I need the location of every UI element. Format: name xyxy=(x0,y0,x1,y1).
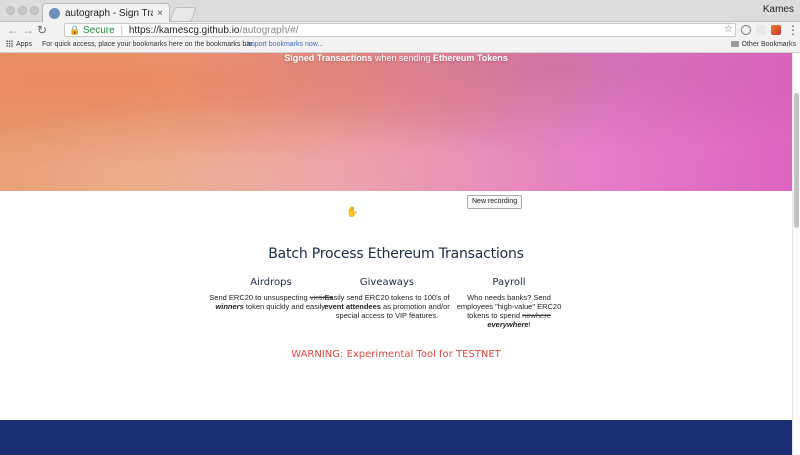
window-close-button[interactable] xyxy=(6,6,15,15)
address-bar[interactable]: 🔒 Secure | https://kamescg.github.io/aut… xyxy=(64,23,736,37)
hero-overlay xyxy=(0,53,792,191)
tab-title: autograph - Sign Transactions xyxy=(65,7,153,19)
feature-payroll: Payroll Who needs banks? Send employees … xyxy=(450,277,568,329)
url-host: https://kamescg.github.io xyxy=(128,25,240,36)
page-scrollbar[interactable] xyxy=(792,53,800,455)
site-favicon-icon xyxy=(49,7,60,19)
profile-name[interactable]: Kames xyxy=(763,4,794,15)
bookmarks-bar: Apps For quick access, place your bookma… xyxy=(0,38,800,53)
reload-icon[interactable]: ↻ xyxy=(37,22,47,38)
close-icon[interactable]: × xyxy=(157,8,163,19)
star-icon[interactable]: ☆ xyxy=(724,24,733,36)
import-bookmarks-link[interactable]: Import bookmarks now... xyxy=(247,38,323,52)
extension-icon[interactable] xyxy=(741,25,751,35)
browser-toolbar: ← → ↻ 🔒 Secure | https://kamescg.github.… xyxy=(0,22,800,38)
feature-airdrops: Airdrops Send ERC20 to unsuspecting vict… xyxy=(206,277,336,311)
feature-giveaways: Giveaways Easily send ERC20 tokens to 10… xyxy=(318,277,456,320)
feature-description: Who needs banks? Send employees "high-va… xyxy=(456,293,562,329)
window-maximize-button[interactable] xyxy=(30,6,39,15)
strikethrough-text: nowhere xyxy=(522,311,551,320)
feature-description: Send ERC20 to unsuspecting victims winner… xyxy=(209,293,333,311)
hero-subtitle-middle: when sending xyxy=(372,53,433,63)
browser-tab[interactable]: autograph - Sign Transactions × xyxy=(42,3,170,22)
lock-icon: 🔒 xyxy=(69,25,81,35)
secure-label: Secure xyxy=(83,25,115,36)
feature-title: Giveaways xyxy=(359,277,415,288)
emphasis-text: winners xyxy=(215,302,244,311)
hand-cursor-icon: ✋ xyxy=(346,207,359,218)
footer-band xyxy=(0,420,792,455)
page-viewport: Signed Transactions when sending Ethereu… xyxy=(0,53,792,455)
hero-subtitle-strong-1: Signed Transactions xyxy=(284,53,373,63)
emphasis-text: everywhere xyxy=(487,320,529,329)
separator: | xyxy=(120,25,124,36)
tab-strip: autograph - Sign Transactions × Kames xyxy=(0,0,800,22)
testnet-warning: WARNING: Experimental Tool for TESTNET xyxy=(291,349,501,360)
feature-title: Airdrops xyxy=(250,277,292,288)
other-bookmarks-label: Other Bookmarks xyxy=(741,41,796,48)
hero-banner: Signed Transactions when sending Ethereu… xyxy=(0,53,792,191)
window-minimize-button[interactable] xyxy=(18,6,27,15)
hero-subtitle-strong-2: Ethereum Tokens xyxy=(432,53,508,63)
scrollbar-thumb[interactable] xyxy=(794,93,799,228)
feature-title: Payroll xyxy=(492,277,526,288)
forward-arrow-icon[interactable]: → xyxy=(22,22,34,38)
other-bookmarks[interactable]: Other Bookmarks xyxy=(730,38,796,52)
section-title: Batch Process Ethereum Transactions xyxy=(268,246,524,262)
bookmarks-hint: For quick access, place your bookmarks h… xyxy=(42,41,255,48)
hero-subtitle: Signed Transactions when sending Ethereu… xyxy=(0,53,792,63)
folder-icon xyxy=(730,41,739,47)
feature-description: Easily send ERC20 tokens to 100's of eve… xyxy=(324,293,450,320)
url-path: /autograph/#/ xyxy=(239,25,299,36)
recording-tooltip: New recording xyxy=(467,195,523,209)
extension-icon[interactable] xyxy=(756,25,766,35)
menu-icon[interactable]: ⋮ xyxy=(787,22,799,38)
apps-grid-icon xyxy=(6,40,13,47)
apps-shortcut[interactable]: Apps xyxy=(6,38,32,52)
back-arrow-icon[interactable]: ← xyxy=(7,22,19,38)
new-tab-button[interactable] xyxy=(169,7,197,22)
emphasis-text: event attendees xyxy=(324,302,381,311)
extension-icon[interactable] xyxy=(771,25,781,35)
apps-label: Apps xyxy=(16,41,32,48)
